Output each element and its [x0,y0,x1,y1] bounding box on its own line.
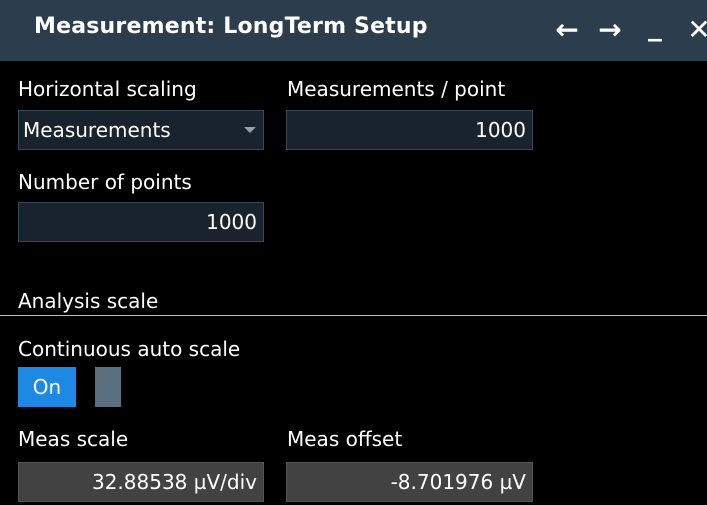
continuous-auto-scale-label: Continuous auto scale [18,337,241,361]
toggle-knob [95,367,121,407]
number-of-points-label: Number of points [18,170,192,194]
analysis-scale-section-title: Analysis scale [18,289,159,313]
measurements-per-point-field[interactable]: 1000 [286,110,533,150]
back-arrow-icon[interactable]: ← [547,12,587,48]
meas-offset-label: Meas offset [287,427,403,451]
number-of-points-field[interactable]: 1000 [18,202,264,242]
meas-offset-field[interactable]: -8.701976 µV [286,462,533,502]
horizontal-scaling-value: Measurements [23,118,171,142]
measurements-per-point-label: Measurements / point [287,77,506,101]
title-bar: Measurement: LongTerm Setup ← → _ ✕ [0,0,707,61]
meas-scale-field[interactable]: 32.88538 µV/div [18,462,264,502]
horizontal-scaling-label: Horizontal scaling [18,77,197,101]
continuous-auto-scale-toggle[interactable]: On [18,367,121,407]
minimize-icon[interactable]: _ [638,8,672,44]
section-divider [0,315,707,316]
close-icon[interactable]: ✕ [684,12,707,48]
horizontal-scaling-dropdown[interactable]: Measurements [18,110,264,150]
toggle-on-label: On [18,367,76,407]
chevron-down-icon [244,127,256,133]
forward-arrow-icon[interactable]: → [590,12,630,48]
dialog-title: Measurement: LongTerm Setup [34,14,428,39]
meas-scale-label: Meas scale [18,427,129,451]
